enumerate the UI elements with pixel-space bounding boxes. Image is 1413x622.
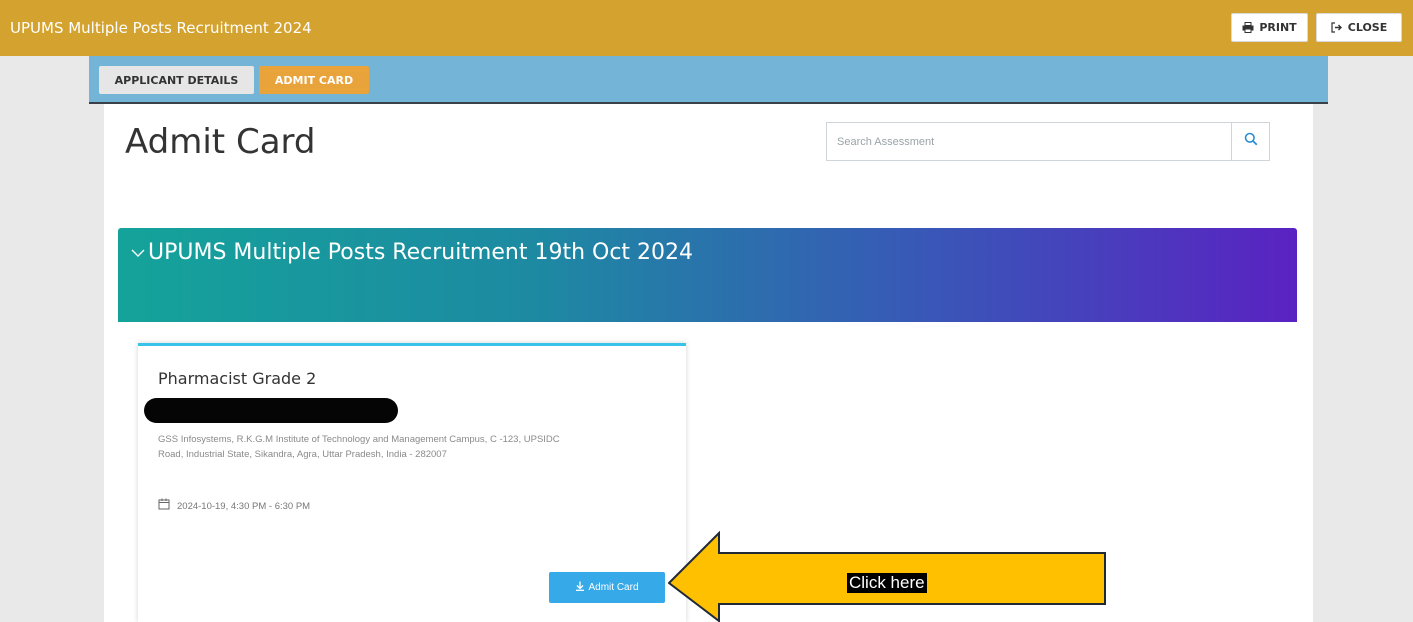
- admit-card-download-button[interactable]: Admit Card: [549, 572, 665, 603]
- search-icon: [1244, 132, 1258, 151]
- exam-date-row: 2024-10-19, 4:30 PM - 6:30 PM: [158, 497, 310, 515]
- tab-bar: APPLICANT DETAILS ADMIT CARD: [89, 56, 1328, 104]
- click-here-label: Click here: [847, 573, 927, 593]
- printer-icon: [1242, 22, 1254, 33]
- print-label: PRINT: [1259, 21, 1297, 34]
- calendar-icon: [158, 497, 170, 515]
- tab-applicant-details[interactable]: APPLICANT DETAILS: [99, 66, 254, 94]
- exam-datetime: 2024-10-19, 4:30 PM - 6:30 PM: [177, 500, 311, 512]
- page-header: Admit Card: [104, 104, 1313, 212]
- top-bar: UPUMS Multiple Posts Recruitment 2024 PR…: [0, 0, 1413, 56]
- download-icon: [575, 581, 585, 594]
- search-box: [826, 122, 1270, 161]
- app-title: UPUMS Multiple Posts Recruitment 2024: [10, 19, 312, 37]
- redacted-mark: [144, 398, 398, 423]
- close-button[interactable]: CLOSE: [1316, 13, 1402, 42]
- exam-center-address: GSS Infosystems, R.K.G.M Institute of Te…: [158, 434, 560, 460]
- admit-card-label: Admit Card: [588, 582, 639, 593]
- sign-out-icon: [1331, 22, 1343, 33]
- section-title: UPUMS Multiple Posts Recruitment 19th Oc…: [148, 240, 694, 265]
- search-button[interactable]: [1231, 123, 1269, 160]
- assessment-card: Pharmacist Grade 2 GSS Infosystems, R.K.…: [138, 343, 686, 622]
- close-label: CLOSE: [1347, 21, 1388, 34]
- page-title: Admit Card: [125, 122, 316, 162]
- post-title: Pharmacist Grade 2: [158, 369, 317, 388]
- chevron-down-icon: [131, 245, 145, 263]
- recruitment-section-header[interactable]: UPUMS Multiple Posts Recruitment 19th Oc…: [118, 228, 1297, 322]
- print-button[interactable]: PRINT: [1231, 13, 1308, 42]
- search-input[interactable]: [827, 123, 1232, 160]
- tab-admit-card[interactable]: ADMIT CARD: [259, 66, 369, 94]
